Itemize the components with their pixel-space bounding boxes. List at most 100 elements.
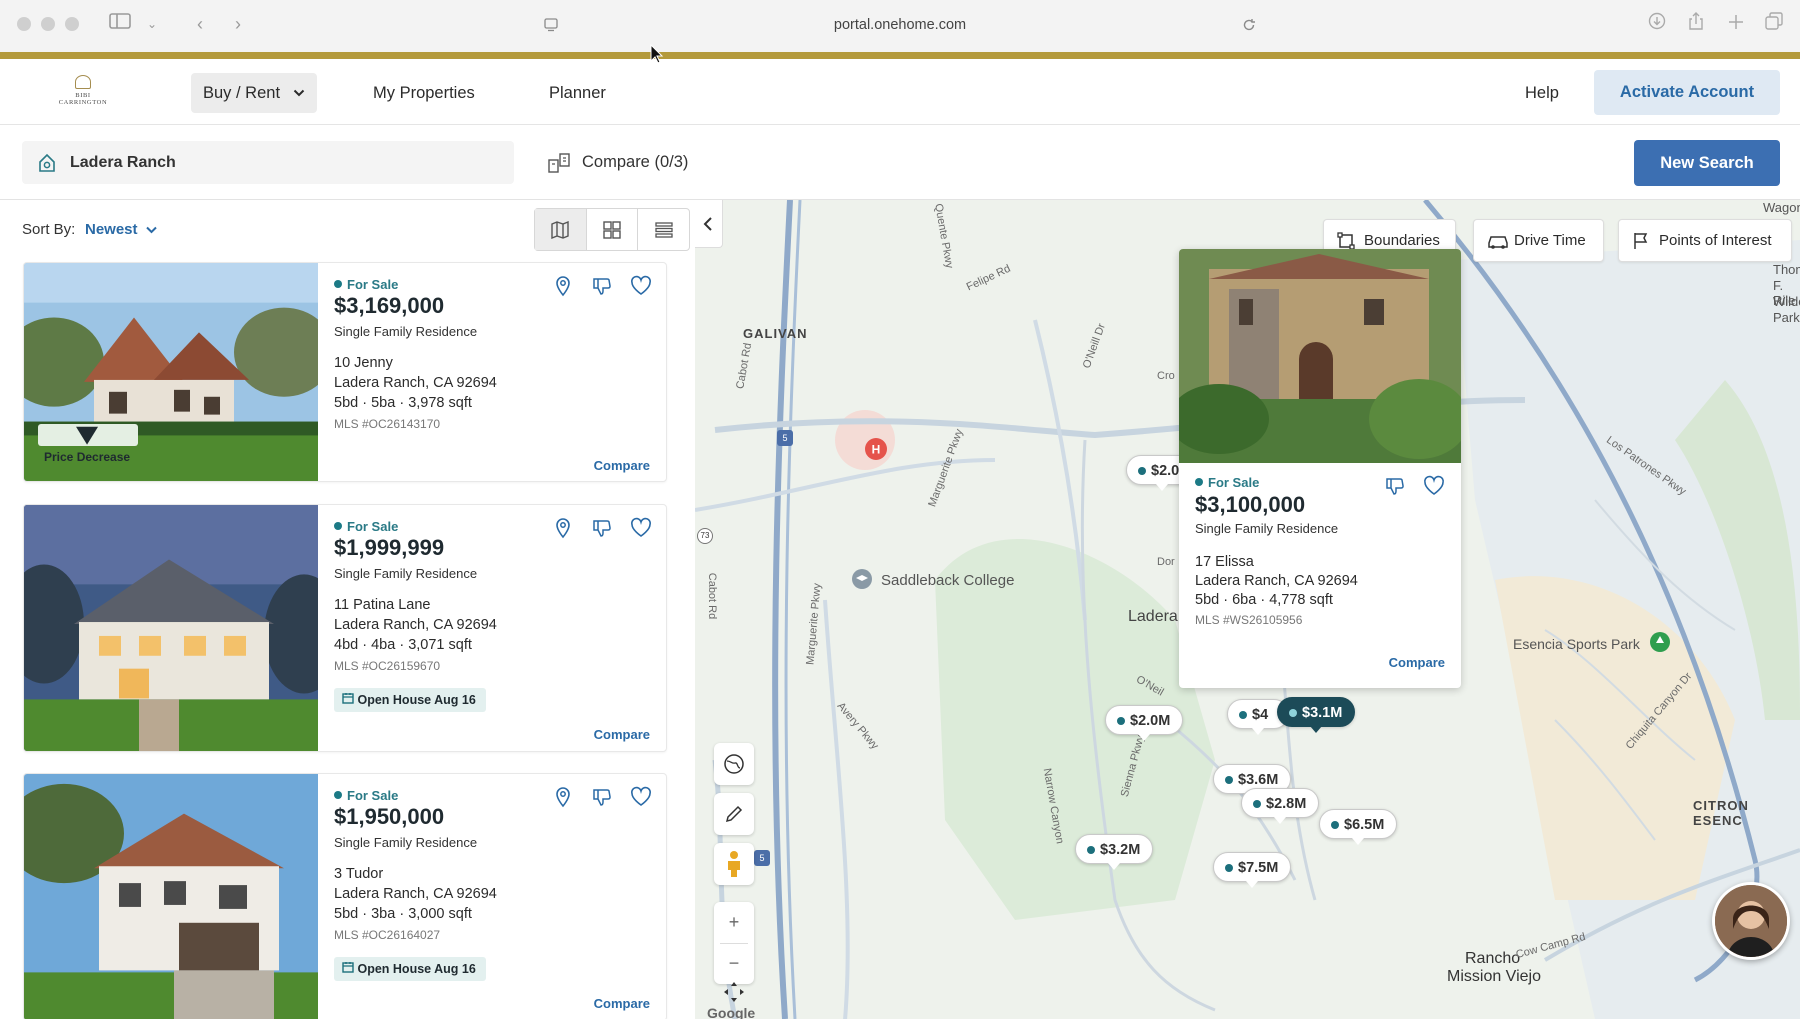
minimize-window-button[interactable] [41,17,55,31]
thumbs-down-icon[interactable] [591,786,613,808]
beds: 5bd [334,395,359,411]
map-layer-button[interactable] [714,743,754,785]
listing-price: $1,999,999 [334,535,445,560]
property-type: Single Family Residence [334,324,478,339]
beds: 5bd [1195,592,1220,608]
app-header: BIBI CARRINGTON Buy / Rent My Properties… [0,59,1800,125]
heart-icon[interactable] [630,786,652,808]
listing-specs: 5bd · 3ba · 3,000 sqft [334,906,472,922]
listing-price: $3,169,000 [334,293,445,318]
compare-button[interactable]: Compare [594,996,650,1011]
nav-buy-rent[interactable]: Buy / Rent [191,73,317,113]
map-pin-icon[interactable] [552,517,574,539]
compare-label: Compare (0/3) [582,153,689,171]
nav-help[interactable]: Help [1513,73,1571,113]
popup-specs: 5bd · 6ba · 4,778 sqft [1195,592,1333,608]
listing-card[interactable]: For Sale $1,950,000 Single Family Reside… [23,773,667,1019]
forward-icon[interactable]: › [226,12,250,36]
address-bar[interactable]: portal.onehome.com [530,9,1270,41]
new-tab-icon[interactable] [1724,12,1748,36]
listing-card[interactable]: Price Decrease For Sale $3,169,000 Singl… [23,262,667,482]
brand-logo[interactable]: BIBI CARRINGTON [52,75,114,111]
thumbs-down-icon[interactable] [1384,475,1406,497]
points-of-interest-button[interactable]: Points of Interest [1618,219,1792,262]
price-pin[interactable]: $6.5M [1319,809,1398,845]
brand-accent-bar [0,52,1800,59]
new-search-button[interactable]: New Search [1634,140,1780,186]
nav-planner[interactable]: Planner [537,73,618,113]
chevron-down-icon[interactable]: ⌄ [140,12,164,36]
beds: 5bd [334,906,359,922]
listing-city: Ladera Ranch, CA 92694 [334,375,497,391]
heart-icon[interactable] [630,275,652,297]
reload-icon[interactable] [1242,18,1256,32]
sort-dropdown[interactable]: Newest [85,221,157,238]
downloads-icon[interactable] [1645,12,1669,36]
popup-status: For Sale [1195,475,1259,490]
url-text: portal.onehome.com [833,17,967,33]
list-view-button[interactable] [638,209,689,250]
nav-my-properties[interactable]: My Properties [361,73,487,113]
zoom-in-button[interactable]: + [714,902,754,943]
thumbs-down-icon[interactable] [591,517,613,539]
listing-photo[interactable] [24,774,318,1019]
zoom-window-button[interactable] [65,17,79,31]
map-pin-icon[interactable] [552,275,574,297]
popup-street: 17 Elissa [1195,554,1254,570]
baths: 5ba [371,395,396,411]
agent-avatar[interactable] [1712,882,1790,960]
thumbs-down-icon[interactable] [591,275,613,297]
road-label-dor: Dor [1157,556,1175,568]
price-pin[interactable]: $7.5M [1213,852,1292,888]
draw-button[interactable] [714,793,754,835]
sidebar-toggle-icon[interactable] [108,12,132,36]
price-pin-selected[interactable]: $3.1M [1277,697,1356,733]
location-search-input[interactable]: Ladera Ranch [22,141,514,184]
park-pin-icon [1650,632,1670,652]
compare-button[interactable]: Compare [594,458,650,473]
map-view-button[interactable] [535,209,587,250]
activate-account-button[interactable]: Activate Account [1594,70,1780,115]
chevron-down-icon [293,89,305,97]
open-house-badge: Open House Aug 16 [334,688,486,712]
nav-buy-rent-label: Buy / Rent [203,84,281,102]
street-view-button[interactable] [714,843,754,885]
heart-icon[interactable] [630,517,652,539]
sort-label: Sort By: [22,221,76,238]
tab-overview-icon[interactable] [1762,12,1786,36]
price-pin[interactable]: $2.0M [1105,705,1184,741]
listing-popup[interactable]: For Sale $3,100,000 Single Family Reside… [1179,249,1461,688]
interstate-5-shield-2: 5 [754,850,770,866]
heart-icon[interactable] [1423,475,1445,497]
popup-photo[interactable] [1179,249,1461,463]
price-pin[interactable]: $3.2M [1075,834,1154,870]
listing-specs: 5bd · 5ba · 3,978 sqft [334,395,472,411]
listing-panel: Sort By: Newest Price Decrease For Sale … [0,200,695,1019]
map-label-thom-4: Park [1773,310,1800,325]
grid-view-button[interactable] [587,209,639,250]
close-window-button[interactable] [17,17,31,31]
map-label-thom-3: Wildern [1773,294,1800,309]
school-icon [852,569,872,589]
listing-photo[interactable]: Price Decrease [24,263,318,481]
map-label-rancho: Rancho [1465,950,1521,967]
pencil-icon [725,805,743,823]
popup-compare-button[interactable]: Compare [1389,655,1445,670]
drive-time-button[interactable]: Drive Time [1473,219,1604,262]
map-view[interactable]: GALIVAN Saddleback College Ladera Esenci… [695,200,1800,1019]
price-pin[interactable]: $2.8M [1241,788,1320,824]
collapse-list-button[interactable] [695,200,723,248]
compare-button[interactable]: Compare [594,727,650,742]
popup-price: $3,100,000 [1195,492,1306,517]
popup-mls: MLS #WS26105956 [1195,613,1303,627]
map-pin-icon[interactable] [552,786,574,808]
back-icon[interactable]: ‹ [188,12,212,36]
listing-photo[interactable] [24,505,318,751]
listing-street: 11 Patina Lane [334,597,431,613]
share-icon[interactable] [1684,12,1708,36]
listing-card[interactable]: For Sale $1,999,999 Single Family Reside… [23,504,667,752]
open-house-label: Open House Aug 16 [357,693,476,707]
compare-link[interactable]: Compare (0/3) [548,141,688,184]
listing-specs: 4bd · 4ba · 3,071 sqft [334,637,472,653]
listing-street: 3 Tudor [334,866,384,882]
